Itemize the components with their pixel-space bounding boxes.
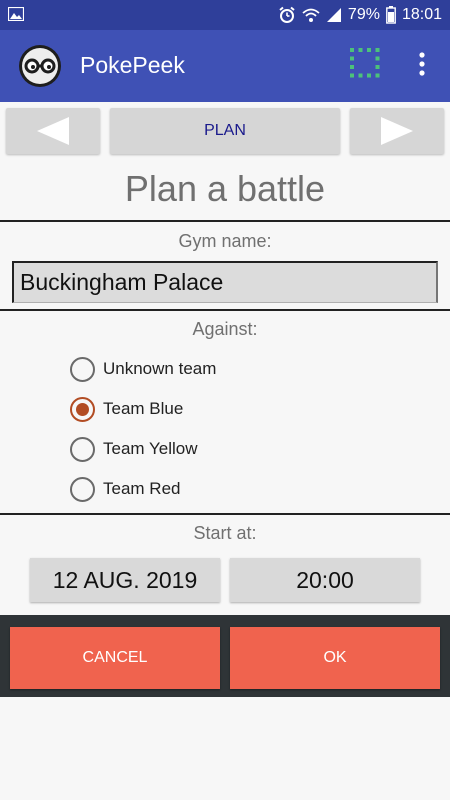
grid-icon[interactable] bbox=[350, 48, 380, 78]
battery-percent: 79% bbox=[347, 6, 380, 23]
radio-button[interactable] bbox=[70, 356, 95, 382]
alarm-icon bbox=[279, 6, 295, 23]
radio-button[interactable] bbox=[70, 436, 95, 462]
start-at-label: Start at: bbox=[193, 523, 257, 543]
time-picker-button[interactable]: 20:00 bbox=[230, 558, 420, 602]
divider bbox=[0, 220, 450, 222]
cancel-button[interactable]: CANCEL bbox=[10, 627, 220, 689]
nav-row: PLAN bbox=[0, 108, 450, 154]
against-label: Against: bbox=[192, 319, 258, 339]
app-bar: PokePeek bbox=[0, 30, 450, 102]
plan-tab-button[interactable]: PLAN bbox=[110, 108, 340, 154]
battery-icon bbox=[386, 6, 396, 24]
signal-icon bbox=[326, 8, 341, 22]
ok-button[interactable]: OK bbox=[230, 627, 440, 689]
divider bbox=[0, 309, 450, 311]
radio-team-blue[interactable]: Team Blue bbox=[70, 394, 183, 424]
image-icon bbox=[8, 7, 24, 21]
gym-name-input[interactable] bbox=[12, 261, 438, 303]
radio-button[interactable] bbox=[70, 476, 95, 502]
divider bbox=[0, 513, 450, 515]
clock: 18:01 bbox=[401, 6, 442, 23]
wifi-icon bbox=[302, 8, 320, 22]
action-bar: CANCEL OK bbox=[0, 615, 450, 697]
radio-team-red[interactable]: Team Red bbox=[70, 474, 180, 504]
page-title: Plan a battle bbox=[124, 168, 326, 209]
date-picker-button[interactable]: 12 AUG. 2019 bbox=[30, 558, 220, 602]
radio-label: Team Blue bbox=[103, 399, 184, 418]
arrow-left-icon bbox=[37, 117, 69, 145]
radio-button[interactable] bbox=[70, 396, 95, 422]
gym-name-label: Gym name: bbox=[178, 231, 272, 251]
previous-button[interactable] bbox=[6, 108, 100, 154]
app-logo-icon bbox=[19, 45, 61, 87]
more-vert-icon[interactable] bbox=[412, 50, 432, 80]
status-icons: 79% 18:01 bbox=[278, 5, 442, 25]
radio-label: Team Red bbox=[103, 479, 181, 498]
app-title: PokePeek bbox=[80, 52, 185, 78]
radio-label: Unknown team bbox=[103, 359, 217, 378]
radio-unknown-team[interactable]: Unknown team bbox=[70, 354, 216, 384]
radio-team-yellow[interactable]: Team Yellow bbox=[70, 434, 198, 464]
status-bar: 79% 18:01 bbox=[0, 0, 450, 30]
arrow-right-icon bbox=[381, 117, 413, 145]
radio-label: Team Yellow bbox=[103, 439, 198, 458]
next-button[interactable] bbox=[350, 108, 444, 154]
